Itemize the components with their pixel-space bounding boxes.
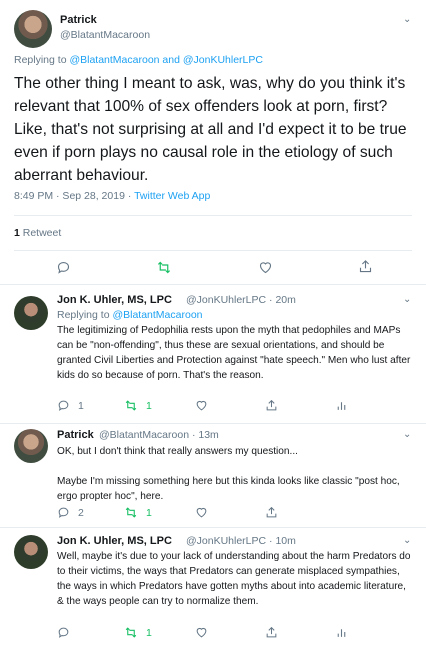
retweet-icon [125, 507, 137, 518]
retweet-button[interactable]: 1 [124, 506, 152, 519]
reply-handle-link[interactable]: @BlatantMacaroon [112, 309, 202, 321]
author-handle[interactable]: @JonKUhlerLPC · 20m [186, 294, 296, 306]
divider [0, 527, 426, 528]
reply-button[interactable] [57, 626, 78, 639]
chevron-down-icon[interactable]: ⌄ [403, 429, 411, 440]
retweet-icon [157, 261, 171, 274]
reply-count: 1 [78, 399, 84, 412]
source-app-link[interactable]: Twitter Web App [134, 190, 210, 202]
like-button[interactable] [195, 506, 208, 519]
retweet-count: 1 [146, 506, 152, 519]
tweet-text: Well, maybe it's due to your lack of und… [57, 551, 411, 607]
heart-icon [196, 627, 207, 638]
author-name[interactable]: Jon K. Uhler, MS, LPC [57, 535, 172, 547]
heart-icon [259, 262, 272, 274]
share-icon [266, 506, 277, 518]
avatar[interactable] [14, 10, 52, 48]
replying-to-prefix: Replying to [14, 54, 70, 66]
tweet-text: OK, but I don't think that really answer… [57, 446, 400, 502]
heart-icon [196, 507, 207, 518]
retweet-button[interactable]: 1 [124, 626, 152, 639]
reply-handle-link[interactable]: @BlatantMacaroon [69, 54, 159, 66]
like-button[interactable] [195, 626, 208, 639]
share-button[interactable] [265, 626, 278, 639]
retweet-icon [125, 627, 137, 638]
reply-tweet[interactable]: Patrick @BlatantMacaroon · 13m ⌄ OK, but… [0, 424, 426, 528]
reply-icon [58, 627, 69, 638]
share-button[interactable] [265, 399, 278, 412]
retweet-icon [125, 400, 137, 411]
chevron-down-icon[interactable]: ⌄ [403, 294, 411, 305]
reply-icon [57, 261, 70, 274]
retweet-count-row[interactable]: 1 Retweet [14, 227, 61, 239]
reply-icon [58, 400, 69, 411]
like-button[interactable] [195, 399, 208, 412]
reply-count: 2 [78, 506, 84, 519]
avatar[interactable] [14, 296, 48, 330]
divider [14, 215, 412, 216]
share-icon [359, 260, 372, 273]
analytics-icon [337, 402, 346, 410]
reply-handle-link[interactable]: @JonKUhlerLPC [183, 54, 263, 66]
author-handle[interactable]: @BlatantMacaroon · 13m [99, 429, 219, 441]
tweet-text: The other thing I meant to ask, was, why… [14, 75, 407, 184]
analytics-icon [337, 629, 346, 637]
avatar[interactable] [14, 429, 48, 463]
share-button[interactable] [358, 259, 373, 274]
reply-icon [58, 507, 69, 518]
retweet-button[interactable] [156, 260, 172, 275]
replying-to: Replying to @BlatantMacaroon and @JonKUh… [14, 54, 263, 66]
retweet-label: Retweet [19, 227, 62, 239]
reply-button[interactable] [56, 260, 71, 275]
author-name[interactable]: Patrick [57, 429, 94, 441]
reply-tweet[interactable]: Jon K. Uhler, MS, LPC @JonKUhlerLPC · 10… [0, 529, 426, 645]
analytics-button[interactable] [335, 399, 348, 412]
chevron-down-icon[interactable]: ⌄ [403, 535, 411, 546]
retweet-button[interactable]: 1 [124, 399, 152, 412]
avatar[interactable] [14, 535, 48, 569]
analytics-button[interactable] [335, 626, 348, 639]
reply-and-text: and [159, 54, 183, 66]
reply-tweet[interactable]: Jon K. Uhler, MS, LPC @JonKUhlerLPC · 20… [0, 285, 426, 424]
like-button[interactable] [258, 260, 273, 275]
author-name[interactable]: Patrick [60, 14, 97, 26]
reply-button[interactable]: 2 [57, 506, 84, 519]
author-name[interactable]: Jon K. Uhler, MS, LPC [57, 294, 172, 306]
heart-icon [196, 400, 207, 411]
tweet-meta: 8:49 PM · Sep 28, 2019 · Twitter Web App [14, 190, 210, 202]
replying-to-prefix: Replying to [57, 309, 113, 321]
share-button[interactable] [265, 506, 278, 519]
timestamp[interactable]: 8:49 PM · Sep 28, 2019 · [14, 190, 134, 202]
tweet-text: The legitimizing of Pedophilia rests upo… [57, 325, 411, 381]
retweet-count: 1 [146, 399, 152, 412]
divider [14, 250, 412, 251]
share-icon [266, 626, 277, 638]
retweet-count: 1 [146, 626, 152, 639]
author-handle[interactable]: @JonKUhlerLPC · 10m [186, 535, 296, 547]
author-handle[interactable]: @BlatantMacaroon [60, 29, 150, 41]
reply-button[interactable]: 1 [57, 399, 84, 412]
share-icon [266, 399, 277, 411]
replying-to: Replying to @BlatantMacaroon [57, 309, 203, 321]
chevron-down-icon[interactable]: ⌄ [403, 14, 411, 25]
